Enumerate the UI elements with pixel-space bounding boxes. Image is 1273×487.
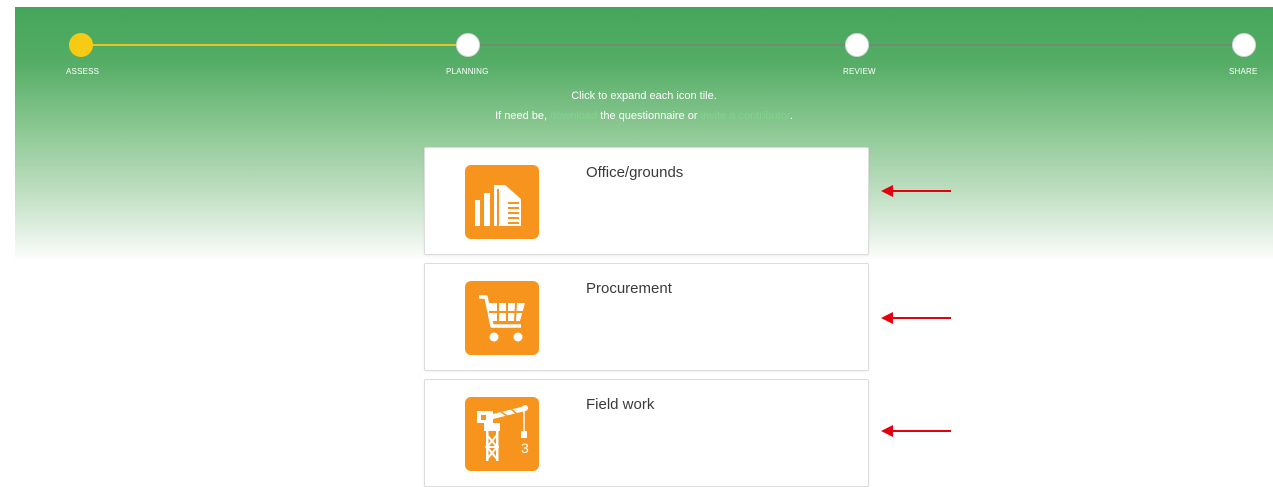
step-label-review[interactable]: REVIEW	[843, 67, 876, 76]
step-label-assess[interactable]: ASSESS	[66, 67, 99, 76]
tile-label-field-work: Field work	[586, 396, 655, 413]
step-dot-review[interactable]	[845, 33, 869, 57]
stepper-track-completed	[81, 44, 468, 46]
step-label-planning[interactable]: PLANNING	[446, 67, 489, 76]
construction-crane-icon: 3	[465, 397, 539, 471]
step-dot-assess[interactable]	[69, 33, 93, 57]
instruction-suffix: .	[789, 110, 793, 122]
office-building-icon	[465, 165, 539, 239]
step-dot-planning[interactable]	[456, 33, 480, 57]
instruction-middle: the questionnaire or	[597, 110, 701, 122]
step-dot-share[interactable]	[1232, 33, 1256, 57]
invite-contributor-link[interactable]: invite a contributor	[701, 110, 790, 122]
tile-office-grounds[interactable]: Office/grounds	[424, 147, 869, 255]
instruction-line-1: Click to expand each icon tile.	[571, 90, 717, 102]
tile-procurement[interactable]: Procurement	[424, 263, 869, 371]
tile-label-procurement: Procurement	[586, 280, 672, 297]
annotation-arrow-icon	[881, 312, 951, 324]
instruction-prefix: If need be,	[495, 110, 551, 122]
tile-label-office-grounds: Office/grounds	[586, 164, 684, 181]
instruction-line-2: If need be, download the questionnaire o…	[15, 110, 1273, 122]
shopping-cart-icon	[465, 281, 539, 355]
annotation-arrow-icon	[881, 425, 951, 437]
progress-stepper: ASSESS PLANNING REVIEW SHARE	[15, 7, 1273, 87]
svg-text:3: 3	[521, 440, 529, 456]
annotation-arrow-icon	[881, 185, 951, 197]
download-link[interactable]: download	[550, 110, 597, 122]
step-label-share[interactable]: SHARE	[1229, 67, 1258, 76]
tile-field-work[interactable]: 3 Field work	[424, 379, 869, 487]
top-border	[15, 0, 1273, 7]
